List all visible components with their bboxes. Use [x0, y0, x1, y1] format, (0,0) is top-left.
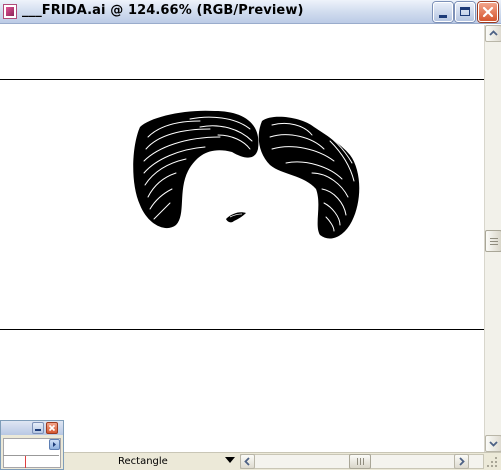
panel-close-button[interactable]	[46, 422, 58, 434]
grip-line	[490, 241, 498, 242]
panel-red-marker	[25, 456, 26, 468]
grip-line	[490, 238, 498, 239]
maximize-button[interactable]	[455, 2, 475, 22]
hair-artwork[interactable]	[0, 25, 484, 452]
grip-line	[490, 244, 498, 245]
close-icon	[48, 424, 56, 432]
window-title: ___FRIDA.ai @ 124.66% (RGB/Preview)	[22, 3, 304, 18]
scroll-up-button[interactable]	[485, 25, 501, 42]
dropdown-arrow-icon	[225, 457, 235, 463]
panel-minimize-button[interactable]	[32, 422, 44, 434]
panel-menu-arrow-icon	[53, 442, 56, 447]
horizontal-scroll-thumb[interactable]	[349, 454, 371, 469]
close-icon	[482, 6, 494, 18]
close-button[interactable]	[478, 2, 498, 22]
minimize-icon	[35, 429, 41, 431]
chevron-right-icon	[459, 457, 465, 466]
current-tool-dropdown[interactable]: Rectangle	[66, 454, 238, 469]
status-bar: Rectangle	[0, 452, 501, 470]
scroll-right-button[interactable]	[454, 454, 469, 469]
scroll-left-button[interactable]	[240, 454, 255, 469]
current-tool-label: Rectangle	[118, 456, 168, 467]
minimize-button[interactable]	[433, 2, 453, 22]
maximize-icon	[460, 7, 470, 16]
grip-line	[363, 458, 364, 465]
chevron-down-icon	[489, 441, 498, 447]
chevron-up-icon	[489, 30, 498, 36]
vertical-scroll-thumb[interactable]	[485, 230, 501, 252]
panel-title-bar[interactable]	[1, 421, 63, 435]
panel-divider	[3, 455, 59, 456]
vertical-scrollbar[interactable]	[484, 25, 501, 452]
panel-menu-button[interactable]	[49, 439, 60, 450]
resize-grip-icon[interactable]	[485, 455, 499, 469]
grip-line	[357, 458, 358, 465]
illustrator-document-icon[interactable]	[3, 4, 17, 19]
scroll-down-button[interactable]	[485, 435, 501, 452]
window-title-bar[interactable]: ___FRIDA.ai @ 124.66% (RGB/Preview)	[0, 0, 501, 24]
document-canvas[interactable]	[0, 25, 484, 452]
minimize-icon	[439, 15, 447, 18]
chevron-left-icon	[244, 457, 250, 466]
grip-line	[360, 458, 361, 465]
floating-panel[interactable]	[0, 420, 64, 470]
horizontal-scrollbar[interactable]	[240, 454, 484, 469]
